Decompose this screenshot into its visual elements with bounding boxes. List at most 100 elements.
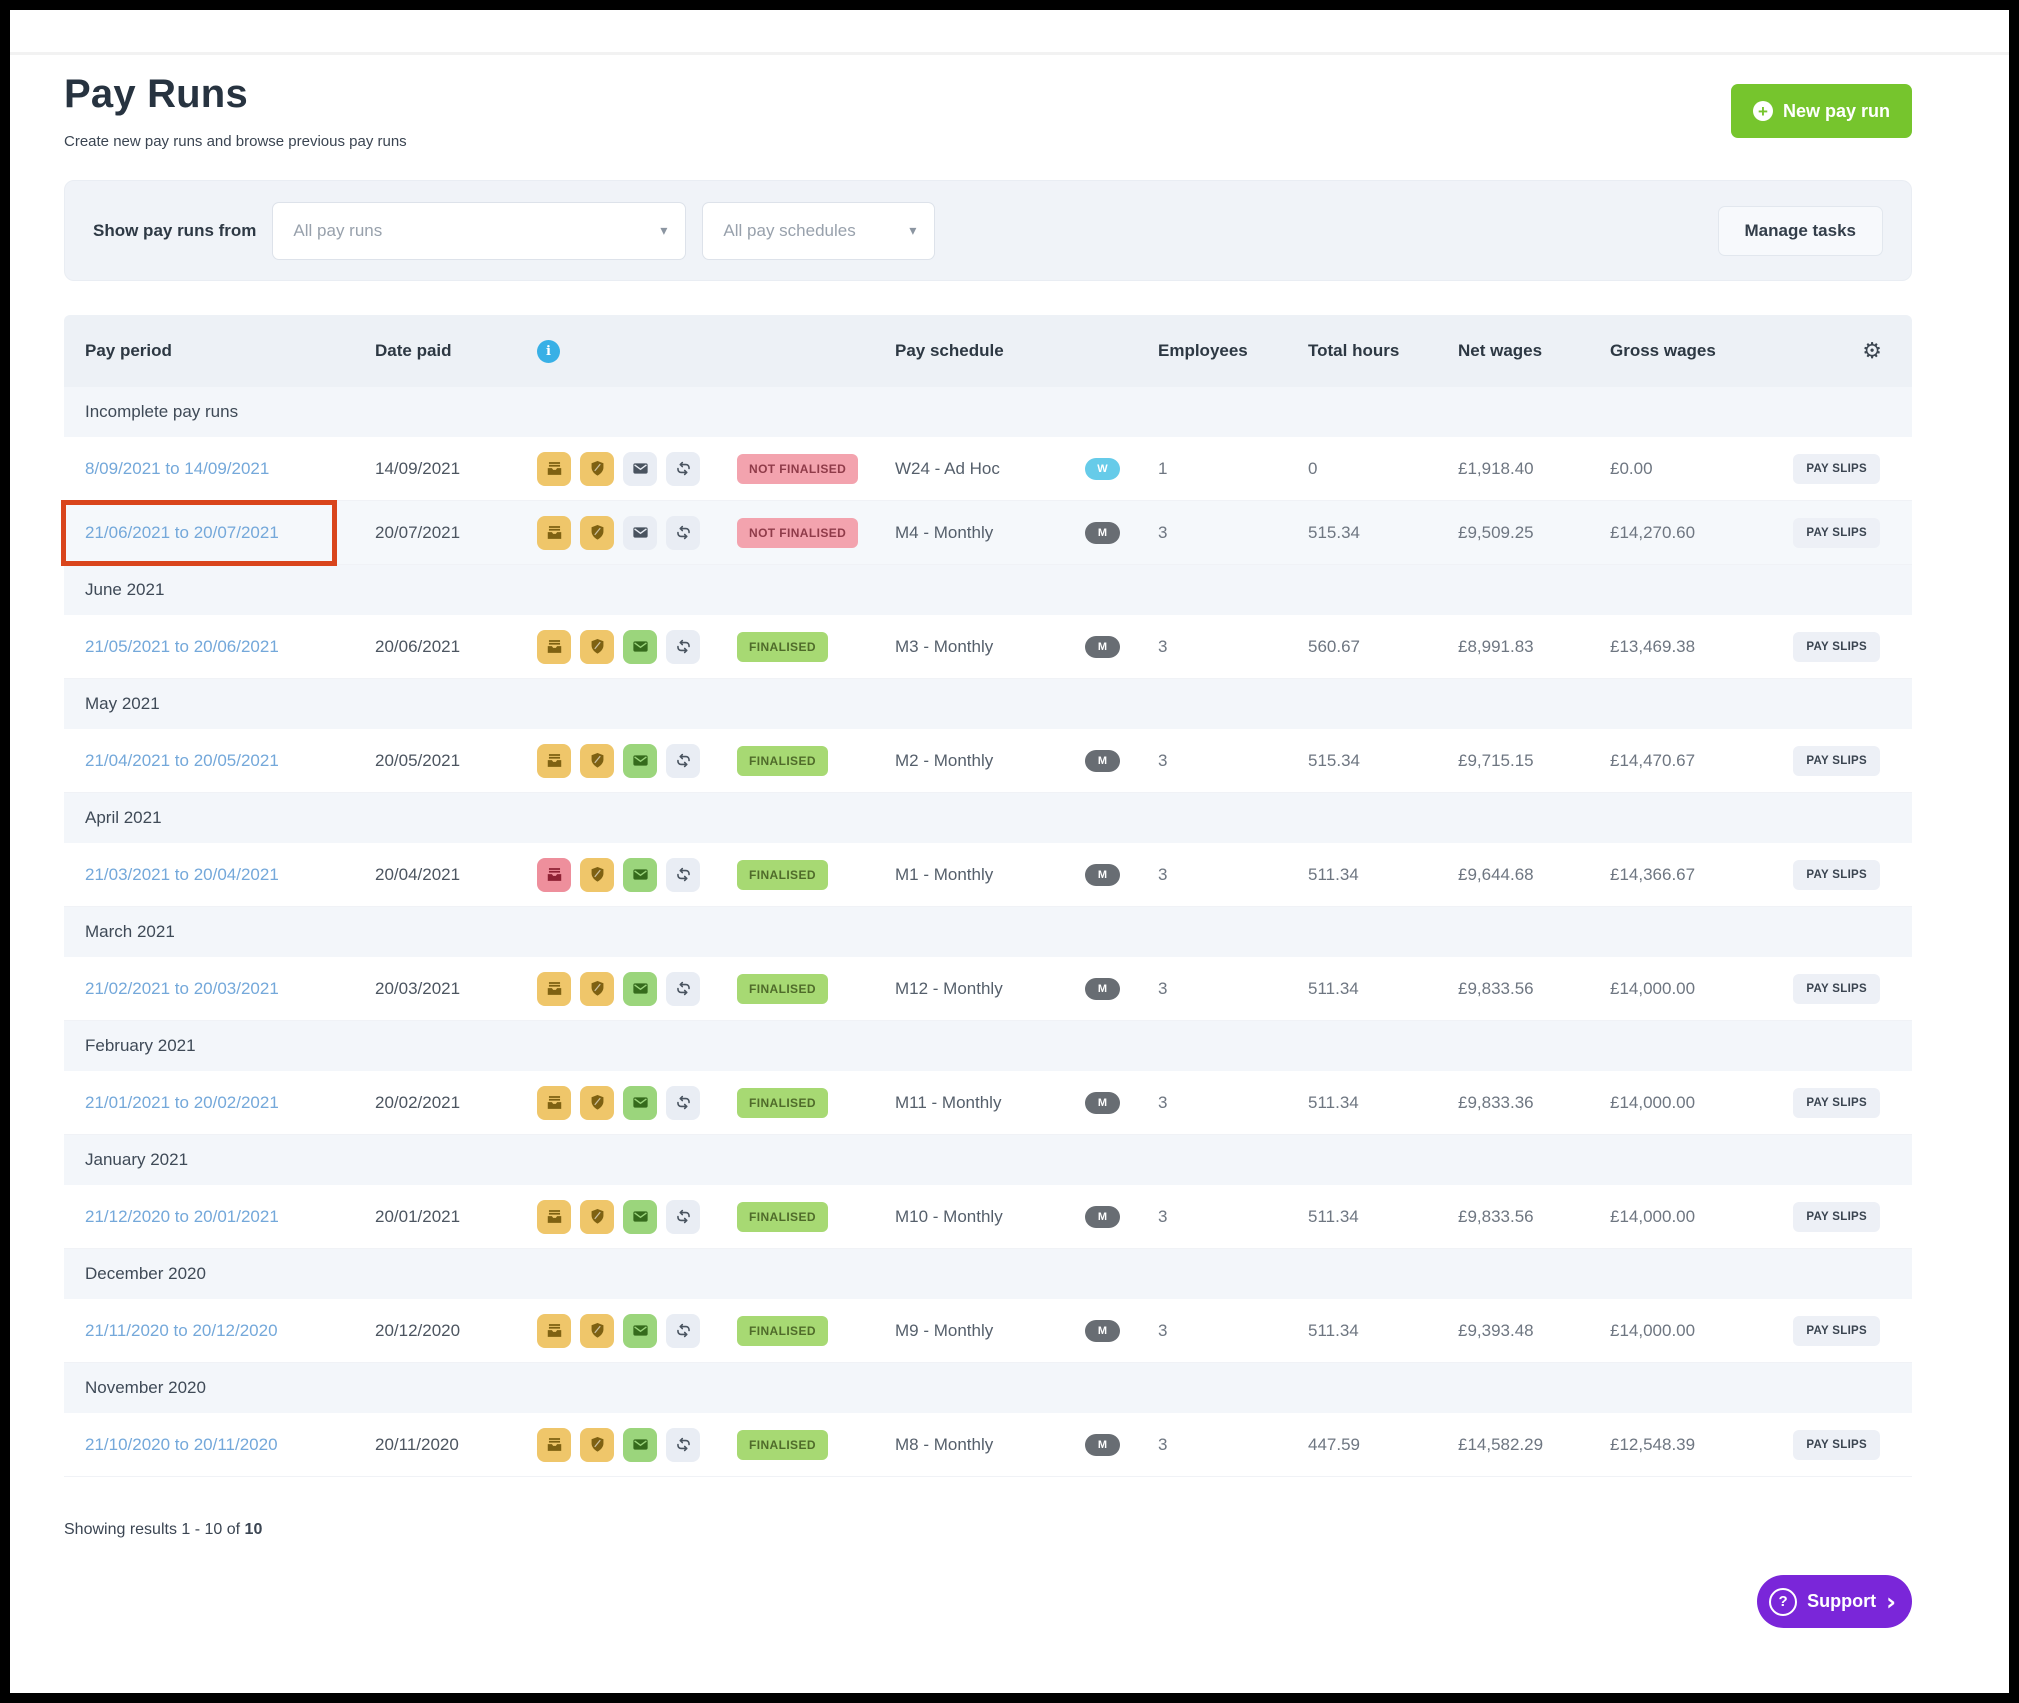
shield-icon[interactable] bbox=[580, 972, 614, 1006]
pay-slips-button[interactable]: PAY SLIPS bbox=[1793, 1316, 1880, 1346]
net-wages: £9,833.56 bbox=[1458, 979, 1610, 999]
group-label: January 2021 bbox=[85, 1150, 188, 1170]
payslip-icon[interactable] bbox=[537, 630, 571, 664]
date-paid: 20/04/2021 bbox=[375, 865, 537, 885]
pay-slips-button[interactable]: PAY SLIPS bbox=[1793, 632, 1880, 662]
new-pay-run-button[interactable]: + New pay run bbox=[1731, 84, 1912, 138]
sync-icon[interactable] bbox=[666, 1428, 700, 1462]
sync-icon[interactable] bbox=[666, 1314, 700, 1348]
employees-count: 3 bbox=[1158, 1321, 1308, 1341]
pay-slips-button[interactable]: PAY SLIPS bbox=[1793, 974, 1880, 1004]
payslip-icon[interactable] bbox=[537, 1086, 571, 1120]
payslip-icon[interactable] bbox=[537, 744, 571, 778]
pay-runs-dropdown[interactable]: All pay runs ▾ bbox=[272, 202, 686, 260]
table-group-row: November 2020 bbox=[64, 1363, 1912, 1413]
pay-slips-button[interactable]: PAY SLIPS bbox=[1793, 1430, 1880, 1460]
new-pay-run-label: New pay run bbox=[1783, 101, 1890, 122]
sync-icon[interactable] bbox=[666, 452, 700, 486]
shield-icon[interactable] bbox=[580, 858, 614, 892]
info-icon[interactable]: i bbox=[537, 340, 560, 363]
pay-period-link[interactable]: 21/06/2021 to 20/07/2021 bbox=[85, 523, 279, 543]
results-total: 10 bbox=[245, 1521, 263, 1538]
sync-icon[interactable] bbox=[666, 1200, 700, 1234]
shield-icon[interactable] bbox=[580, 630, 614, 664]
plus-icon: + bbox=[1753, 101, 1773, 121]
employees-count: 3 bbox=[1158, 865, 1308, 885]
schedule-type-pill: M bbox=[1085, 750, 1120, 772]
group-label: April 2021 bbox=[85, 808, 162, 828]
gross-wages: £14,366.67 bbox=[1610, 865, 1784, 885]
support-label: Support bbox=[1807, 1591, 1876, 1612]
email-icon[interactable] bbox=[623, 1314, 657, 1348]
email-icon[interactable] bbox=[623, 1086, 657, 1120]
email-icon[interactable] bbox=[623, 972, 657, 1006]
shield-icon[interactable] bbox=[580, 1314, 614, 1348]
gear-icon[interactable]: ⚙ bbox=[1862, 339, 1912, 364]
gross-wages: £0.00 bbox=[1610, 459, 1784, 479]
employees-count: 3 bbox=[1158, 523, 1308, 543]
email-icon[interactable] bbox=[623, 516, 657, 550]
pay-period-link[interactable]: 8/09/2021 to 14/09/2021 bbox=[85, 459, 269, 479]
shield-icon[interactable] bbox=[580, 516, 614, 550]
payslip-icon[interactable] bbox=[537, 452, 571, 486]
total-hours: 511.34 bbox=[1308, 1207, 1458, 1227]
manage-tasks-button[interactable]: Manage tasks bbox=[1718, 206, 1884, 256]
group-label: November 2020 bbox=[85, 1378, 206, 1398]
pay-period-link[interactable]: 21/11/2020 to 20/12/2020 bbox=[85, 1321, 278, 1341]
payslip-icon[interactable] bbox=[537, 972, 571, 1006]
payslip-icon[interactable] bbox=[537, 1428, 571, 1462]
pay-slips-button[interactable]: PAY SLIPS bbox=[1793, 518, 1880, 548]
payslip-icon[interactable] bbox=[537, 858, 571, 892]
pay-slips-button[interactable]: PAY SLIPS bbox=[1793, 454, 1880, 484]
table-group-row: December 2020 bbox=[64, 1249, 1912, 1299]
pay-schedule: M4 - Monthly bbox=[895, 523, 1085, 543]
email-icon[interactable] bbox=[623, 744, 657, 778]
email-icon[interactable] bbox=[623, 1428, 657, 1462]
email-icon[interactable] bbox=[623, 1200, 657, 1234]
pay-slips-button[interactable]: PAY SLIPS bbox=[1793, 860, 1880, 890]
pay-slips-button[interactable]: PAY SLIPS bbox=[1793, 1088, 1880, 1118]
pay-schedule: M2 - Monthly bbox=[895, 751, 1085, 771]
table-row: 21/01/2021 to 20/02/2021 20/02/2021 FINA… bbox=[64, 1071, 1912, 1135]
sync-icon[interactable] bbox=[666, 858, 700, 892]
pay-slips-button[interactable]: PAY SLIPS bbox=[1793, 1202, 1880, 1232]
sync-icon[interactable] bbox=[666, 972, 700, 1006]
gross-wages: £14,000.00 bbox=[1610, 979, 1784, 999]
pay-period-link[interactable]: 21/03/2021 to 20/04/2021 bbox=[85, 865, 279, 885]
shield-icon[interactable] bbox=[580, 452, 614, 486]
pay-period-link[interactable]: 21/12/2020 to 20/01/2021 bbox=[85, 1207, 279, 1227]
gross-wages: £13,469.38 bbox=[1610, 637, 1784, 657]
email-icon[interactable] bbox=[623, 630, 657, 664]
pay-slips-button[interactable]: PAY SLIPS bbox=[1793, 746, 1880, 776]
payslip-icon[interactable] bbox=[537, 1200, 571, 1234]
payslip-icon[interactable] bbox=[537, 1314, 571, 1348]
schedule-type-pill: M bbox=[1085, 1434, 1120, 1456]
gross-wages: £14,000.00 bbox=[1610, 1207, 1784, 1227]
shield-icon[interactable] bbox=[580, 744, 614, 778]
pay-period-link[interactable]: 21/02/2021 to 20/03/2021 bbox=[85, 979, 279, 999]
pay-period-link[interactable]: 21/01/2021 to 20/02/2021 bbox=[85, 1093, 279, 1113]
sync-icon[interactable] bbox=[666, 744, 700, 778]
payslip-icon[interactable] bbox=[537, 516, 571, 550]
shield-icon[interactable] bbox=[580, 1200, 614, 1234]
net-wages: £14,582.29 bbox=[1458, 1435, 1610, 1455]
email-icon[interactable] bbox=[623, 452, 657, 486]
shield-icon[interactable] bbox=[580, 1086, 614, 1120]
pay-schedules-dropdown[interactable]: All pay schedules ▾ bbox=[702, 202, 935, 260]
sync-icon[interactable] bbox=[666, 630, 700, 664]
sync-icon[interactable] bbox=[666, 516, 700, 550]
chevron-right-icon: › bbox=[1886, 1590, 1896, 1614]
sync-icon[interactable] bbox=[666, 1086, 700, 1120]
pay-period-link[interactable]: 21/05/2021 to 20/06/2021 bbox=[85, 637, 279, 657]
shield-icon[interactable] bbox=[580, 1428, 614, 1462]
support-button[interactable]: ? Support › bbox=[1757, 1575, 1912, 1628]
pay-period-link[interactable]: 21/10/2020 to 20/11/2020 bbox=[85, 1435, 278, 1455]
pay-schedule: M12 - Monthly bbox=[895, 979, 1085, 999]
schedule-type-pill: M bbox=[1085, 1092, 1120, 1114]
table-row: 21/12/2020 to 20/01/2021 20/01/2021 FINA… bbox=[64, 1185, 1912, 1249]
status-badge: FINALISED bbox=[737, 1316, 828, 1346]
status-badge: NOT FINALISED bbox=[737, 454, 858, 484]
pay-schedules-dropdown-value: All pay schedules bbox=[723, 221, 899, 241]
pay-period-link[interactable]: 21/04/2021 to 20/05/2021 bbox=[85, 751, 279, 771]
email-icon[interactable] bbox=[623, 858, 657, 892]
